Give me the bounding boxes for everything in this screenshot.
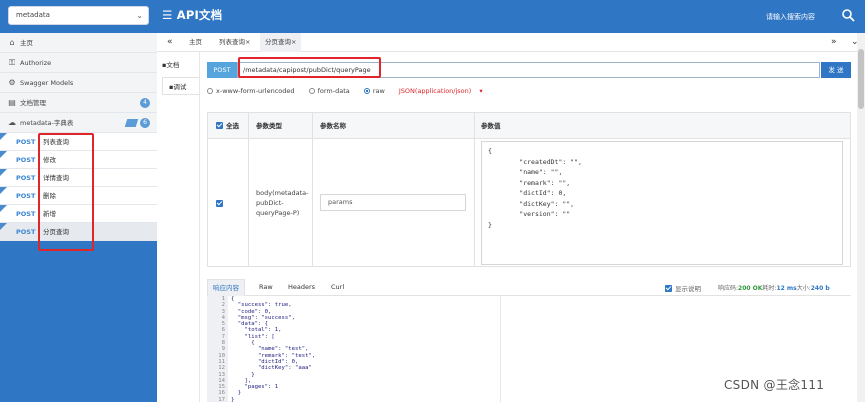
watermark: CSDN @王念111: [724, 378, 825, 392]
column-divider: [312, 113, 313, 266]
scrollbar[interactable]: [857, 33, 865, 402]
method-label: POST: [16, 228, 36, 236]
corner-marker-icon: [0, 223, 7, 230]
caret-down-icon: ▾: [479, 87, 483, 95]
project-select[interactable]: metadata ⌄: [8, 6, 149, 25]
tab-curl[interactable]: Curl: [331, 279, 344, 296]
column-divider: [248, 113, 249, 266]
tab-page-query[interactable]: 分页查询×: [260, 33, 302, 52]
project-select-value: metadata: [16, 11, 50, 19]
tabs-forward-button[interactable]: »: [831, 33, 837, 52]
highlight-box: [38, 133, 94, 251]
page-title: ☰ API文档: [162, 8, 223, 22]
status-code: 200 OK: [738, 285, 763, 292]
tab-home[interactable]: 主页: [184, 33, 207, 52]
subtab-doc[interactable]: ▪文档: [162, 56, 179, 74]
radio-urlencoded[interactable]: x-www-form-urlencoded: [207, 87, 301, 95]
raw-type-dropdown[interactable]: JSON(application/json) ▾: [399, 87, 489, 95]
tabs-back-button[interactable]: «: [167, 33, 173, 52]
header-param-type: 参数类型: [256, 113, 282, 139]
params-table: 全选 参数类型 参数名称 参数值 body(metadata-pubDict-q…: [207, 112, 851, 267]
send-button[interactable]: 发 送: [821, 62, 851, 78]
search-input[interactable]: 请输入搜索内容: [766, 12, 815, 22]
tab-raw[interactable]: Raw: [259, 279, 273, 296]
tab-headers[interactable]: Headers: [288, 279, 315, 296]
sidebar-item-home[interactable]: ⌂ 主页: [0, 33, 157, 53]
header-param-value: 参数值: [481, 113, 501, 139]
tag-icon: [124, 119, 139, 127]
corner-marker-icon: [0, 169, 7, 176]
table-header: [208, 113, 850, 139]
param-value-editor[interactable]: { "createdDt": "", "name": "", "remark":…: [481, 141, 843, 265]
highlight-box: [238, 57, 381, 78]
radio-form-data[interactable]: form-data: [308, 87, 356, 95]
method-label: POST: [16, 210, 36, 218]
divider: [199, 52, 200, 402]
folder-icon: ▤: [8, 98, 16, 107]
close-icon[interactable]: ×: [291, 38, 296, 46]
tab-response-content[interactable]: 响应内容: [207, 279, 245, 296]
tab-list-query[interactable]: 列表查询×: [214, 33, 255, 52]
home-icon: ⌂: [9, 38, 15, 47]
app-root: metadata ⌄ ☰ API文档 请输入搜索内容 ⌂ 主页 ⚿ Authoriz…: [0, 0, 865, 402]
method-badge: POST: [207, 62, 237, 78]
divider: [500, 296, 501, 402]
search-icon[interactable]: [841, 8, 855, 22]
response-json: { "success": true, "code": 0, "msg": "su…: [231, 296, 316, 402]
corner-marker-icon: [0, 133, 7, 140]
column-divider: [474, 113, 475, 266]
top-bar: metadata ⌄ ☰ API文档 请输入搜索内容: [0, 0, 865, 33]
chevron-down-icon: ⌄: [136, 11, 143, 20]
tabs-bar: « 主页 列表查询× 分页查询× » ⌄: [157, 33, 865, 52]
param-name-input[interactable]: params: [320, 194, 466, 211]
method-label: POST: [16, 156, 36, 164]
corner-marker-icon: [0, 205, 7, 212]
cloud-icon: ☁: [8, 118, 16, 127]
corner-marker-icon: [0, 187, 7, 194]
scrollbar-thumb[interactable]: [858, 49, 864, 109]
response-meta: 响应码:200 OK耗时:12 ms大小:240 b: [718, 285, 830, 292]
checkbox-icon: [665, 285, 672, 292]
checkbox-icon[interactable]: [216, 122, 223, 129]
sidebar-item-authorize[interactable]: ⚿ Authorize: [0, 53, 157, 73]
corner-marker-icon: [0, 151, 7, 158]
sidebar-item-doc-manage[interactable]: ▤ 文档管理 4: [0, 93, 157, 113]
select-all-header[interactable]: 全选: [216, 113, 239, 139]
header-param-name: 参数名称: [320, 113, 346, 139]
sidebar-item-swagger-models[interactable]: ⚙ Swagger Models: [0, 73, 157, 93]
count-badge: 4: [140, 98, 150, 108]
response-size: 240 b: [810, 285, 830, 292]
method-label: POST: [16, 138, 36, 146]
radio-raw[interactable]: raw: [363, 87, 391, 95]
radio-icon: [363, 88, 370, 94]
method-label: POST: [16, 174, 36, 182]
line-numbers: 1 2 3 4 5 6 7 8 9 10 11 12 13 14 15 16 1…: [207, 296, 228, 402]
count-badge: 6: [140, 118, 150, 128]
method-label: POST: [16, 192, 36, 200]
show-description-toggle[interactable]: 显示说明: [665, 283, 701, 293]
sidebar-item-metadata-dict[interactable]: ☁ metadata-字典表 6: [0, 113, 157, 133]
radio-icon: [308, 88, 315, 94]
elapsed-time: 12 ms: [776, 285, 797, 292]
radio-icon: [207, 88, 213, 94]
subtab-debug[interactable]: ▪调试: [162, 77, 199, 95]
row-checkbox[interactable]: [216, 200, 223, 207]
param-type-cell: body(metadata-pubDict-queryPage-P): [256, 189, 309, 217]
close-icon[interactable]: ×: [245, 38, 250, 46]
gear-icon: ⚙: [8, 78, 16, 87]
content-type-radios: x-www-form-urlencoded form-data raw JSON…: [207, 87, 495, 95]
key-icon: ⚿: [8, 58, 16, 67]
menu-icon[interactable]: ☰: [162, 8, 177, 22]
